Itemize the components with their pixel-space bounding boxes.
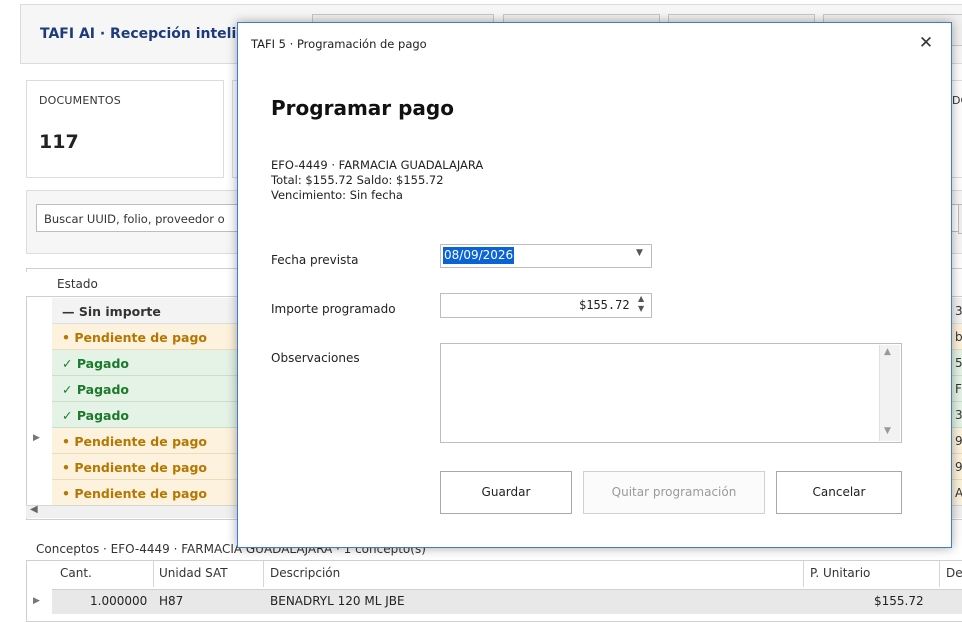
notes-textarea[interactable] (440, 343, 902, 443)
row-edge-text: 3 (955, 304, 962, 318)
scroll-left-icon[interactable]: ◀ (30, 504, 38, 515)
concept-qty: 1.000000 (90, 594, 148, 608)
row-edge-text: 5 (955, 356, 962, 370)
documents-count: 117 (39, 131, 79, 153)
concept-unit: H87 (159, 594, 184, 608)
document-info: EFO-4449 · FARMACIA GUADALAJARA (271, 158, 484, 172)
row-edge-text: A (955, 486, 962, 500)
spin-up-icon[interactable]: ▲ (638, 294, 644, 303)
spin-down-icon[interactable]: ▼ (638, 304, 644, 313)
totals-info: Total: $155.72 Saldo: $155.72 (271, 173, 444, 187)
notes-label: Observaciones (271, 351, 360, 365)
concepts-header-unit: Unidad SAT (159, 566, 228, 580)
chevron-down-icon[interactable]: ▼ (636, 248, 643, 258)
row-status: — Sin importe (62, 304, 161, 319)
row-edge-text: 9 (955, 460, 962, 474)
row-edge-text: F (955, 382, 962, 396)
amount-label: Importe programado (271, 302, 396, 316)
concept-row-indicator-icon: ▶ (33, 596, 40, 606)
concepts-header-price: P. Unitario (810, 566, 871, 580)
date-label: Fecha prevista (271, 253, 359, 267)
concept-price: $155.72 (874, 594, 924, 608)
row-status: ✓ Pagado (62, 356, 130, 371)
scroll-up-icon[interactable]: ▲ (884, 347, 891, 357)
row-status: • Pendiente de pago (62, 434, 207, 449)
date-value[interactable]: 08/09/2026 (443, 247, 515, 264)
summary-card-label: DC (952, 94, 962, 107)
documents-label: DOCUMENTOS (39, 94, 121, 107)
row-status: • Pendiente de pago (62, 486, 207, 501)
row-edge-text: 3 (955, 408, 962, 422)
scroll-down-icon[interactable]: ▼ (884, 426, 891, 436)
search-button[interactable] (958, 204, 962, 234)
row-status: ✓ Pagado (62, 382, 130, 397)
concept-desc: BENADRYL 120 ML JBE (270, 594, 405, 608)
row-edge-text: 9 (955, 434, 962, 448)
close-icon[interactable]: ✕ (916, 33, 936, 53)
cancel-button[interactable]: Cancelar (776, 471, 902, 514)
row-status: ✓ Pagado (62, 408, 130, 423)
dialog-window-title: TAFI 5 · Programación de pago (251, 37, 427, 51)
concepts-header-extra: De (946, 566, 962, 580)
due-date-info: Vencimiento: Sin fecha (271, 188, 403, 202)
amount-value: $155.72 (579, 298, 630, 312)
save-button[interactable]: Guardar (440, 471, 572, 514)
remove-schedule-button[interactable]: Quitar programación (583, 471, 765, 514)
dialog-heading: Programar pago (271, 96, 454, 120)
concepts-header-qty: Cant. (60, 566, 92, 580)
row-status: • Pendiente de pago (62, 460, 207, 475)
column-estado[interactable]: Estado (57, 277, 98, 291)
current-row-indicator-icon: ▶ (33, 433, 40, 443)
row-status: • Pendiente de pago (62, 330, 207, 345)
concepts-col-desc[interactable] (264, 561, 804, 587)
concepts-header-desc: Descripción (270, 566, 341, 580)
row-edge-text: b (955, 330, 962, 344)
concepts-row[interactable] (52, 589, 962, 614)
